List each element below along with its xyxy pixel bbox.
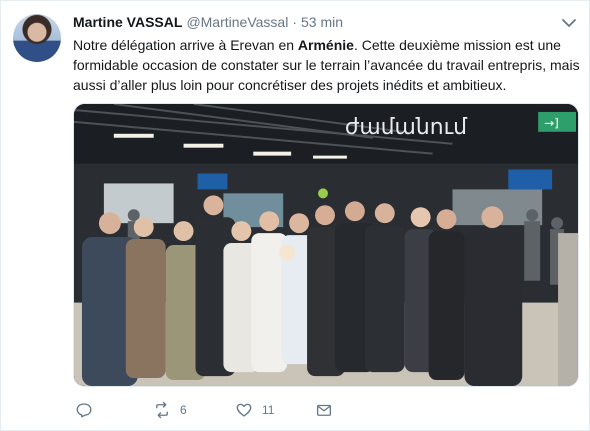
retweet-count: 6 bbox=[180, 403, 187, 417]
separator-dot: · bbox=[292, 14, 297, 30]
avatar[interactable] bbox=[13, 14, 61, 62]
tweet-text: Notre délégation arrive à Erevan en Armé… bbox=[73, 35, 583, 95]
reply-button[interactable] bbox=[75, 401, 93, 419]
tweet-card[interactable]: Martine VASSAL @MartineVassal · 53 min N… bbox=[0, 0, 590, 431]
reply-icon bbox=[75, 401, 93, 419]
author-handle[interactable]: @MartineVassal bbox=[186, 14, 288, 30]
hashtag-armenie: Arménie bbox=[297, 37, 354, 53]
tweet-text-part-1: Notre délégation arrive à Erevan en bbox=[73, 37, 298, 53]
tweet-actions: 6 11 bbox=[73, 401, 373, 423]
direct-message-button[interactable] bbox=[315, 401, 333, 419]
heart-icon bbox=[235, 401, 253, 419]
tweet-photo[interactable]: ժամանում →] bbox=[73, 103, 579, 387]
tweet-header: Martine VASSAL @MartineVassal · 53 min bbox=[73, 14, 343, 30]
exit-sign-text: →] bbox=[544, 116, 559, 130]
chevron-down-icon[interactable] bbox=[561, 17, 577, 29]
retweet-button[interactable]: 6 bbox=[153, 401, 187, 419]
like-button[interactable]: 11 bbox=[235, 401, 274, 419]
tweet-timestamp[interactable]: 53 min bbox=[301, 14, 343, 30]
retweet-icon bbox=[153, 401, 171, 419]
arrival-sign: ժամանում bbox=[345, 115, 468, 140]
like-count: 11 bbox=[262, 403, 275, 417]
author-name[interactable]: Martine VASSAL bbox=[73, 14, 182, 30]
envelope-icon bbox=[315, 401, 333, 419]
